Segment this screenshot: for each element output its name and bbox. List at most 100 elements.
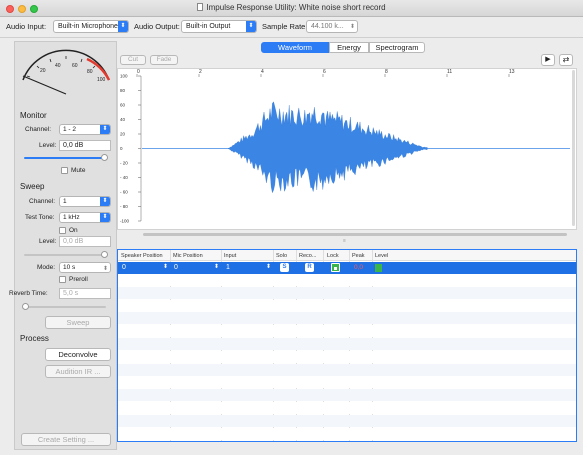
sweep-level-label: Level: — [39, 238, 57, 245]
positions-table: Speaker Position Mic Position Input Solo… — [117, 249, 577, 442]
sample-rate-label: Sample Rate: — [262, 22, 308, 31]
horizontal-scrollbar[interactable] — [143, 233, 567, 236]
audition-ir-button[interactable]: Audition IR ... — [45, 365, 111, 378]
sweep-channel-value: 1 — [63, 198, 67, 205]
preroll-checkbox[interactable] — [59, 276, 66, 283]
column-header-peak[interactable]: Peak — [352, 253, 365, 259]
preroll-label: Preroll — [69, 276, 88, 283]
audio-input-value: Built-in Microphone — [58, 23, 118, 30]
mute-label: Mute — [71, 167, 86, 174]
mic-position-cell[interactable]: 0 — [174, 264, 178, 271]
table-row[interactable] — [118, 286, 576, 299]
column-header-record[interactable]: Reco... — [299, 253, 316, 259]
chevron-updown-icon: ⬍ — [100, 125, 110, 134]
x-tick-label: 0 — [137, 69, 140, 75]
stepper-icon[interactable]: ⬍ — [266, 263, 271, 270]
y-tick-label: 100 — [120, 74, 128, 79]
level-meter-gauge — [22, 49, 111, 95]
mode-value: 10 s — [63, 264, 76, 271]
x-tick-label: 8 — [385, 69, 388, 75]
table-row[interactable] — [118, 389, 576, 402]
column-header-level[interactable]: Level — [375, 253, 388, 259]
table-row[interactable] — [118, 427, 576, 440]
solo-button[interactable]: S — [280, 263, 289, 272]
table-row[interactable] — [118, 414, 576, 427]
test-tone-on-checkbox[interactable] — [59, 227, 66, 234]
reverb-time-field[interactable]: 5,0 s — [59, 288, 111, 299]
meter-scale-label: 20 — [40, 68, 46, 74]
monitor-level-slider[interactable] — [24, 157, 106, 159]
table-header: Speaker Position Mic Position Input Solo… — [118, 250, 576, 261]
y-tick-label: - 20 — [120, 161, 128, 166]
table-empty-rows — [118, 274, 576, 441]
input-cell[interactable]: 1 — [226, 264, 230, 271]
audio-output-select[interactable]: Built-in Output ⬍ — [181, 20, 257, 33]
table-row[interactable] — [118, 312, 576, 325]
table-row[interactable] — [118, 274, 576, 286]
audio-input-select[interactable]: Built-in Microphone ⬍ — [53, 20, 129, 33]
sweep-level-field[interactable]: 0,0 dB — [59, 236, 111, 247]
table-row[interactable] — [118, 350, 576, 363]
column-header-mic-position[interactable]: Mic Position — [173, 253, 203, 259]
column-header-lock[interactable]: Lock — [327, 253, 339, 259]
record-button[interactable]: R — [305, 263, 314, 272]
y-tick-label: 80 — [120, 88, 126, 93]
monitor-level-slider-knob[interactable] — [101, 154, 108, 161]
test-tone-select[interactable]: 1 kHz ⬍ — [59, 212, 111, 223]
test-tone-on-label: On — [69, 227, 78, 234]
reverb-time-slider-knob[interactable] — [22, 303, 29, 310]
loop-icon[interactable]: ⇄ — [559, 54, 573, 66]
audio-output-value: Built-in Output — [186, 23, 231, 30]
stepper-icon[interactable]: ⬍ — [214, 263, 219, 270]
tab-energy[interactable]: Energy — [329, 42, 369, 53]
sweep-channel-select[interactable]: 1 ⬍ — [59, 196, 111, 207]
table-row[interactable] — [118, 299, 576, 312]
y-tick-label: -100 — [120, 219, 130, 224]
speaker-position-cell[interactable]: 0 — [122, 264, 126, 271]
monitor-channel-select[interactable]: 1 - 2 ⬍ — [59, 124, 111, 135]
chevron-updown-icon: ⬍ — [100, 197, 110, 206]
mute-checkbox[interactable] — [61, 167, 68, 174]
meter-scale-label: 60 — [72, 63, 78, 69]
sweep-button[interactable]: Sweep — [45, 316, 111, 329]
table-row[interactable] — [118, 363, 576, 376]
y-tick-label: 60 — [120, 103, 126, 108]
y-tick-label: - 40 — [120, 175, 128, 180]
x-tick-label: 6 — [323, 69, 326, 75]
sample-rate-select[interactable]: 44.100 k... ⬍ — [306, 20, 358, 33]
sweep-level-slider-knob[interactable] — [101, 251, 108, 258]
stepper-icon[interactable]: ⬍ — [163, 263, 168, 270]
column-header-input[interactable]: Input — [224, 253, 236, 259]
create-setting-button[interactable]: Create Setting ... — [21, 433, 111, 446]
audio-input-label: Audio Input: — [6, 22, 47, 31]
lock-icon[interactable] — [331, 263, 340, 272]
sweep-channel-label: Channel: — [29, 198, 56, 205]
monitor-channel-value: 1 - 2 — [63, 126, 77, 133]
play-icon[interactable]: ▶ — [541, 54, 555, 66]
x-tick-label: 13 — [509, 69, 515, 75]
tab-spectrogram[interactable]: Spectrogram — [369, 42, 425, 53]
left-panel: 20 40 60 80 100 Monitor Channel: 1 - 2 ⬍… — [9, 41, 117, 450]
fade-button[interactable]: Fade — [150, 55, 178, 65]
waveform-signal — [227, 101, 428, 194]
monitor-heading: Monitor — [20, 111, 47, 120]
column-header-solo[interactable]: Solo — [276, 253, 287, 259]
table-row[interactable] — [118, 376, 576, 389]
table-row[interactable] — [118, 402, 576, 414]
cut-button[interactable]: Cut — [120, 55, 146, 65]
table-row[interactable]: 0 ⬍ 0 ⬍ 1 ⬍ S R 0,0 — [118, 262, 576, 274]
table-row[interactable] — [118, 325, 576, 338]
column-header-speaker-position[interactable]: Speaker Position — [121, 253, 163, 259]
waveform-view[interactable]: 100 80 60 40 20 0 - 20 - 40 - 60 - 80 -100 0 2 4 6 8 11 1… — [117, 68, 577, 230]
monitor-level-field[interactable]: 0,0 dB — [59, 140, 111, 151]
meter-scale-label: 80 — [87, 69, 93, 75]
vertical-scrollbar[interactable] — [572, 70, 575, 226]
deconvolve-button[interactable]: Deconvolve — [45, 348, 111, 361]
reverb-time-slider[interactable] — [24, 306, 106, 308]
mode-select[interactable]: 10 s ⬍ — [59, 262, 111, 273]
tab-waveform[interactable]: Waveform — [261, 42, 329, 53]
table-row[interactable] — [118, 338, 576, 350]
sweep-level-slider[interactable] — [24, 254, 106, 256]
window-title-text: Impulse Response Utility: White noise sh… — [206, 3, 386, 12]
splitter-handle-icon[interactable]: ≡ — [343, 238, 346, 244]
